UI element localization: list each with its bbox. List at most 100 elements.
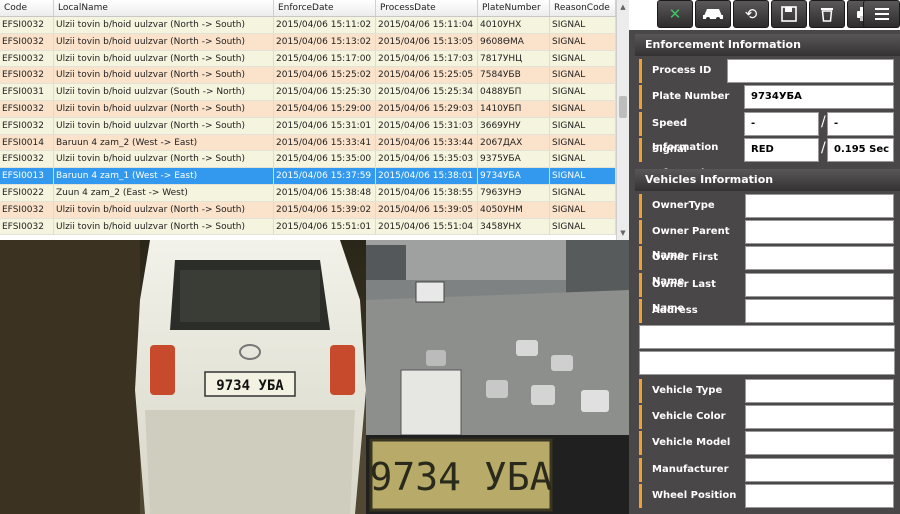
table-row[interactable]: EFSI0032 Ulzii tovin b/hoid uulzvar (Nort… [0, 50, 616, 68]
list-button[interactable] [863, 0, 900, 28]
table-cell: SIGNAL [550, 134, 616, 151]
vehicle-type-field[interactable] [745, 379, 894, 403]
vehicle-button[interactable] [695, 0, 731, 28]
table-cell: 2015/04/06 15:25:05 [376, 67, 478, 84]
table-cell: EFSI0032 [0, 151, 54, 168]
table-cell: Baruun 4 zam_2 (West -> East) [54, 134, 274, 151]
speed-information-label: Speed Information [639, 112, 749, 153]
address-field[interactable] [745, 299, 894, 323]
address-label: Address [639, 299, 745, 323]
table-cell: SIGNAL [550, 168, 616, 184]
manufacturer-field[interactable] [745, 458, 894, 482]
table-cell: 2015/04/06 15:11:04 [376, 17, 478, 33]
trash-icon [821, 8, 833, 22]
table-row[interactable]: EFSI0031 Ulzii tovin b/hoid uulzvar (Sout… [0, 84, 616, 101]
scrollbar-thumb[interactable] [619, 96, 627, 118]
table-cell: SIGNAL [550, 151, 616, 168]
vehicle-model-field[interactable] [745, 431, 894, 455]
scroll-up-icon[interactable]: ▲ [618, 2, 628, 12]
vehicle-color-field[interactable] [745, 405, 894, 429]
table-cell: EFSI0032 [0, 100, 54, 117]
wheel-position-field[interactable] [745, 484, 894, 508]
save-button[interactable] [771, 0, 807, 28]
table-row[interactable]: EFSI0032 Ulzii tovin b/hoid uulzvar (Nort… [0, 218, 616, 236]
table-cell: SIGNAL [550, 17, 616, 33]
table-cell: 2015/04/06 15:29:00 [274, 100, 376, 117]
signal-value-1-field[interactable]: RED [744, 138, 819, 162]
owner-type-label: OwnerType [639, 194, 745, 218]
column-header-processdate[interactable]: ProcessDate [376, 0, 478, 16]
excel-icon: ✕ [668, 5, 682, 23]
table-cell: Ulzii tovin b/hoid uulzvar (North -> Sou… [54, 33, 274, 50]
details-panel: ✕ ⟲ Enforcement Information Process ID P… [629, 0, 900, 514]
owner-type-field[interactable] [745, 194, 894, 218]
vehicle-color-label: Vehicle Color [639, 405, 745, 429]
table-cell: 4050УНМ [478, 201, 550, 218]
table-cell: 9375УБА [478, 151, 550, 168]
table-cell: 9608ӨМА [478, 33, 550, 50]
table-cell: SIGNAL [550, 218, 616, 235]
owner-last-name-field[interactable] [745, 273, 894, 297]
toolbar: ✕ ⟲ [629, 0, 900, 30]
table-cell: 2015/04/06 15:51:04 [376, 218, 478, 235]
column-header-code[interactable]: Code [0, 0, 54, 16]
speed-separator: / [821, 114, 826, 130]
table-row[interactable]: EFSI0032 Ulzii tovin b/hoid uulzvar (Nort… [0, 117, 616, 135]
enforcement-grid[interactable]: Code LocalName EnforceDate ProcessDate P… [0, 0, 616, 240]
table-row[interactable]: EFSI0014 Baruun 4 zam_2 (West -> East) 201… [0, 134, 616, 152]
grid-scrollbar[interactable]: ▲ ▼ [616, 0, 629, 240]
zoom-plate-text: 9734 УБА [369, 455, 552, 499]
column-header-enforcedate[interactable]: EnforceDate [274, 0, 376, 16]
owner-parent-name-label: Owner Parent Name [639, 220, 745, 261]
table-cell: Ulzii tovin b/hoid uulzvar (North -> Sou… [54, 50, 274, 67]
process-id-field[interactable] [727, 59, 894, 83]
speed-value-2-field[interactable]: - [827, 112, 894, 136]
signal-separator: / [821, 140, 826, 156]
table-cell: SIGNAL [550, 100, 616, 117]
table-cell: EFSI0032 [0, 67, 54, 84]
scroll-down-icon[interactable]: ▼ [618, 228, 628, 238]
refresh-button[interactable]: ⟲ [733, 0, 769, 28]
table-row[interactable]: EFSI0032 Ulzii tovin b/hoid uulzvar (Nort… [0, 100, 616, 118]
table-cell: 2015/04/06 15:13:02 [274, 33, 376, 50]
table-cell: 2015/04/06 15:25:30 [274, 84, 376, 100]
table-cell: 0488УБП [478, 84, 550, 100]
table-cell: 3458УНХ [478, 218, 550, 235]
speed-value-1-field[interactable]: - [744, 112, 819, 136]
column-header-reasoncode[interactable]: ReasonCode [550, 0, 616, 16]
table-row[interactable]: EFSI0032 Ulzii tovin b/hoid uulzvar (Nort… [0, 33, 616, 51]
table-cell: 2015/04/06 15:13:05 [376, 33, 478, 50]
table-cell: 2015/04/06 15:38:55 [376, 184, 478, 201]
table-cell: Ulzii tovin b/hoid uulzvar (North -> Sou… [54, 100, 274, 117]
table-row[interactable]: EFSI0032 Ulzii tovin b/hoid uulzvar (Nort… [0, 67, 616, 85]
column-header-platenumber[interactable]: PlateNumber [478, 0, 550, 16]
table-row[interactable]: EFSI0013 Baruun 4 zam_1 (West -> East) 201… [0, 168, 616, 185]
table-row[interactable]: EFSI0032 Ulzii tovin b/hoid uulzvar (Nort… [0, 201, 616, 219]
table-cell: SIGNAL [550, 184, 616, 201]
excel-export-button[interactable]: ✕ [657, 0, 693, 28]
table-cell: 2015/04/06 15:33:44 [376, 134, 478, 151]
table-cell: 3669УНУ [478, 117, 550, 134]
signal-value-2-field[interactable]: 0.195 Sec [827, 138, 894, 162]
plate-number-field[interactable]: 9734УБА [744, 85, 894, 109]
address-line-3-field[interactable] [639, 351, 895, 375]
table-cell: 7963УНЭ [478, 184, 550, 201]
owner-first-name-field[interactable] [745, 246, 894, 270]
grid-body: EFSI0032 Ulzii tovin b/hoid uulzvar (Nort… [0, 17, 616, 236]
address-line-2-field[interactable] [639, 325, 895, 349]
signal-information-label: Signal Information [639, 138, 749, 179]
table-cell: 2015/04/06 15:39:05 [376, 201, 478, 218]
table-row[interactable]: EFSI0032 Ulzii tovin b/hoid uulzvar (Nort… [0, 17, 616, 34]
column-header-localname[interactable]: LocalName [54, 0, 274, 16]
table-cell: Zuun 4 zam_2 (East -> West) [54, 184, 274, 201]
table-cell: 1410УБП [478, 100, 550, 117]
delete-button[interactable] [809, 0, 845, 28]
table-cell: EFSI0013 [0, 168, 54, 184]
table-cell: 2015/04/06 15:31:03 [376, 117, 478, 134]
closeup-plate-text: 9734 УБА [216, 378, 284, 394]
table-cell: EFSI0032 [0, 201, 54, 218]
owner-parent-name-field[interactable] [745, 220, 894, 244]
table-row[interactable]: EFSI0022 Zuun 4 zam_2 (East -> West) 2015/… [0, 184, 616, 202]
table-cell: Ulzii tovin b/hoid uulzvar (North -> Sou… [54, 218, 274, 235]
table-row[interactable]: EFSI0032 Ulzii tovin b/hoid uulzvar (Nort… [0, 151, 616, 169]
